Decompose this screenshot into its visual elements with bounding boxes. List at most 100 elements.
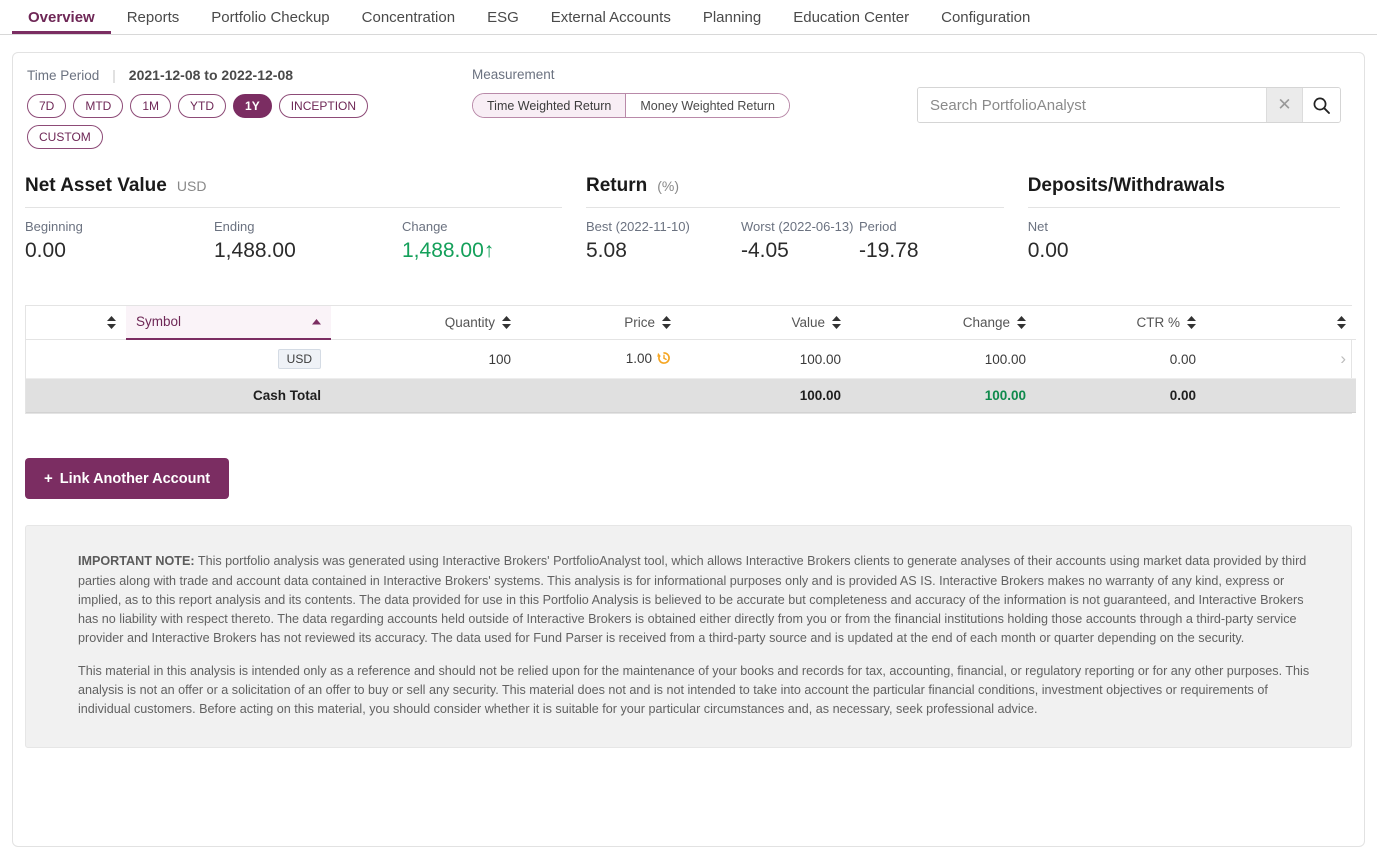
- filters-row: Time Period | 2021-12-08 to 2022-12-08 7…: [13, 53, 1364, 149]
- column-header-change[interactable]: Change: [851, 306, 1036, 340]
- metric-label: Change: [402, 219, 448, 234]
- row-price-value: 1.00: [625, 350, 652, 366]
- metric-value: -4.05: [741, 239, 789, 263]
- search-icon[interactable]: [1302, 88, 1340, 122]
- row-change-cell: 100.00: [851, 339, 1036, 380]
- chip-1y[interactable]: 1Y: [233, 94, 272, 118]
- close-icon[interactable]: ✕: [1266, 88, 1302, 122]
- return-metrics: Best (2022-11-10) 5.08 Worst (2022-06-13…: [586, 219, 1004, 263]
- sort-icon[interactable]: [502, 315, 511, 329]
- deposits-title-row: Deposits/Withdrawals: [1028, 175, 1340, 197]
- sort-icon[interactable]: [1187, 315, 1196, 329]
- return-unit: (%): [657, 178, 680, 194]
- metric-value: 1,488.00: [214, 239, 296, 263]
- nav-unit: USD: [176, 178, 207, 194]
- table-row[interactable]: USD 100 1.00 100.00 100.00 0.00 ›: [26, 339, 1356, 380]
- measurement-option-time-weighted[interactable]: Time Weighted Return: [473, 94, 626, 117]
- column-header-value[interactable]: Value: [681, 306, 851, 340]
- link-another-account-button[interactable]: + Link Another Account: [25, 458, 230, 500]
- chip-inception[interactable]: INCEPTION: [278, 94, 369, 118]
- tab-esg[interactable]: ESG: [471, 10, 535, 34]
- sort-ascending-icon[interactable]: [312, 318, 321, 325]
- metric-change: Change 1,488.00↑: [402, 219, 562, 263]
- time-period-range: 2021-12-08 to 2022-12-08: [128, 67, 294, 83]
- disclaimer-paragraph-2: This material in this analysis is intend…: [78, 663, 1310, 717]
- net-asset-value-panel: Net Asset Value USD Beginning 0.00 Endin…: [25, 175, 586, 263]
- page-title-return: Return: [586, 175, 648, 196]
- time-period-label: Time Period: [27, 67, 100, 83]
- column-header-actions[interactable]: [1206, 306, 1356, 340]
- metric-label: Ending: [214, 219, 255, 234]
- currency-badge: USD: [277, 349, 321, 370]
- metric-ending: Ending 1,488.00: [214, 219, 402, 263]
- measurement-filter: Measurement Time Weighted Return Money W…: [472, 67, 917, 149]
- history-icon[interactable]: [657, 351, 671, 368]
- column-label: CTR %: [1136, 314, 1181, 330]
- total-change-cell: 100.00: [851, 378, 1036, 414]
- measurement-toggle-group: Time Weighted Return Money Weighted Retu…: [472, 93, 790, 118]
- total-quantity-cell: [331, 378, 521, 414]
- row-quantity-cell: 100: [331, 339, 521, 380]
- metric-value: 1,488.00↑: [402, 239, 495, 263]
- search-area: ✕: [917, 67, 1350, 149]
- metric-value: -19.78: [859, 239, 919, 263]
- metric-best: Best (2022-11-10) 5.08: [586, 219, 741, 263]
- search-input[interactable]: [918, 88, 1266, 122]
- chip-7d[interactable]: 7D: [27, 94, 67, 118]
- total-label-cell: Cash Total: [126, 378, 331, 414]
- sort-icon[interactable]: [832, 315, 841, 329]
- net-asset-value-title-row: Net Asset Value USD: [25, 175, 562, 197]
- deposits-metrics: Net 0.00: [1028, 219, 1340, 263]
- return-title-row: Return (%): [586, 175, 1004, 197]
- search-box: ✕: [917, 87, 1341, 123]
- page-title-deposits: Deposits/Withdrawals: [1027, 175, 1225, 196]
- metric-period: Period -19.78: [859, 219, 999, 263]
- column-header-select[interactable]: [26, 306, 126, 340]
- chip-ytd[interactable]: YTD: [178, 94, 227, 118]
- column-header-ctr[interactable]: CTR %: [1036, 306, 1206, 340]
- tab-overview[interactable]: Overview: [12, 10, 111, 34]
- chevron-right-icon[interactable]: ›: [1340, 349, 1346, 368]
- chip-mtd[interactable]: MTD: [73, 94, 124, 118]
- chip-1m[interactable]: 1M: [130, 94, 172, 118]
- column-header-quantity[interactable]: Quantity: [331, 306, 521, 340]
- metric-label: Best (2022-11-10): [586, 219, 690, 234]
- column-label: Value: [791, 314, 825, 330]
- metric-worst: Worst (2022-06-13) -4.05: [741, 219, 859, 263]
- chip-custom[interactable]: CUSTOM: [27, 125, 103, 149]
- nav-metrics: Beginning 0.00 Ending 1,488.00 Change 1,…: [25, 219, 562, 263]
- sort-icon[interactable]: [107, 315, 116, 329]
- disclaimer-heading: IMPORTANT NOTE:: [78, 554, 195, 569]
- column-header-symbol[interactable]: Symbol: [126, 306, 331, 341]
- measurement-option-money-weighted[interactable]: Money Weighted Return: [625, 94, 789, 117]
- disclaimer-body-1: This portfolio analysis was generated us…: [78, 554, 1307, 646]
- total-actions-cell: [1206, 378, 1356, 414]
- sort-icon[interactable]: [1017, 315, 1026, 329]
- row-price-cell: 1.00: [521, 339, 681, 380]
- divider: [1027, 207, 1340, 208]
- total-select-cell: [26, 378, 126, 414]
- row-expand-cell[interactable]: ›: [1206, 339, 1356, 380]
- deposits-withdrawals-panel: Deposits/Withdrawals Net 0.00: [1027, 175, 1350, 263]
- column-label: Change: [962, 314, 1010, 330]
- tab-education-center[interactable]: Education Center: [777, 10, 925, 34]
- table-header-row: Symbol Quantity Price Value Change CTR %: [26, 306, 1356, 341]
- total-ctr-cell: 0.00: [1036, 378, 1206, 414]
- column-label: Symbol: [136, 314, 182, 330]
- time-period-filter: Time Period | 2021-12-08 to 2022-12-08 7…: [27, 67, 472, 149]
- tab-concentration[interactable]: Concentration: [346, 10, 471, 34]
- tab-reports[interactable]: Reports: [111, 10, 196, 34]
- tab-portfolio-checkup[interactable]: Portfolio Checkup: [195, 10, 345, 34]
- tab-planning[interactable]: Planning: [687, 10, 777, 34]
- sort-icon[interactable]: [1337, 315, 1346, 329]
- tab-configuration[interactable]: Configuration: [925, 10, 1046, 34]
- metric-label: Net: [1027, 219, 1048, 234]
- row-value-cell: 100.00: [681, 339, 851, 380]
- sort-icon[interactable]: [662, 315, 671, 329]
- column-label: Price: [624, 314, 655, 330]
- tab-external-accounts[interactable]: External Accounts: [535, 10, 687, 34]
- column-header-price[interactable]: Price: [521, 306, 681, 340]
- plus-icon: +: [44, 470, 53, 488]
- metric-label: Worst (2022-06-13): [741, 219, 854, 234]
- total-price-cell: [521, 378, 681, 414]
